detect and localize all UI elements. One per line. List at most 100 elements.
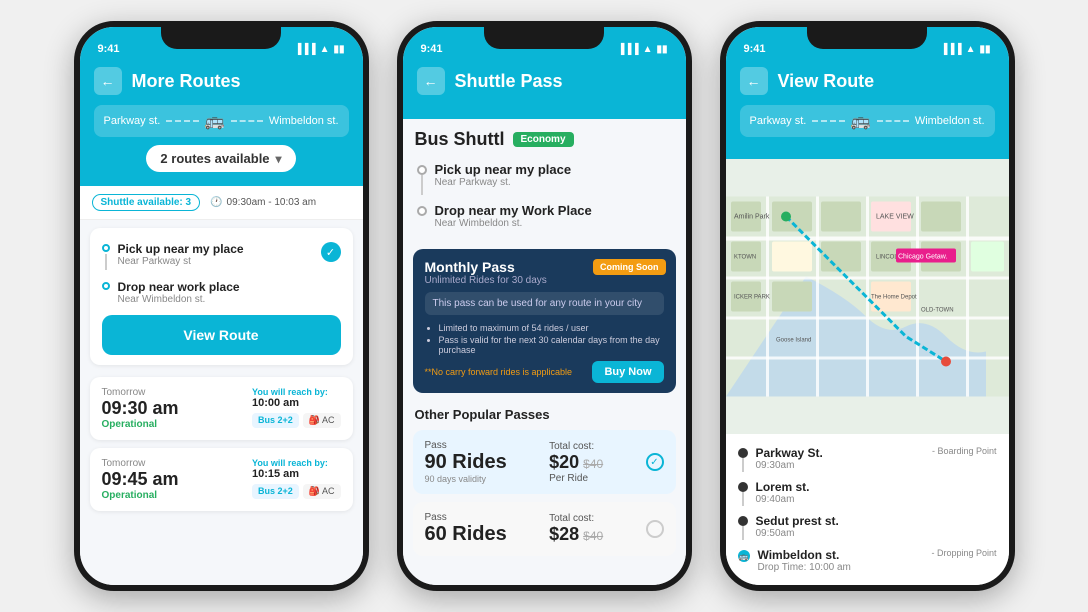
pass-1-rides: 90 Rides [425,451,507,474]
route-line-2 [231,120,263,122]
stop-3-time: 09:50am [756,528,997,539]
dropoff-dot-col [417,203,427,216]
stop-line-1 [105,254,107,270]
stop-dot-1 [102,244,110,252]
phone-3-notch [807,27,927,49]
trip-1-reach-time: 10:00 am [252,397,341,409]
trip-card-1: Tomorrow 09:30 am Operational You will r… [90,377,353,440]
shuttle-badge: Shuttle available: 3 [92,194,201,211]
trip-2-tag-1: Bus 2+2 [252,484,299,499]
back-button[interactable]: ← [94,67,122,95]
stop-4-time: Drop Time: 10:00 am [758,562,924,573]
pass-card-2[interactable]: Pass 60 Rides Total cost: $28 $40 [413,502,676,556]
stop-2-name: Drop near work place [118,280,341,294]
stop-item-1: Pick up near my place Near Parkway st ✓ [102,238,341,276]
stop-1-content: Parkway St. 09:30am [756,446,924,471]
bullet-1: Limited to maximum of 54 rides / user [439,323,664,333]
monthly-pass-card: Monthly Pass Unlimited Rides for 30 days… [413,249,676,393]
route-strip: Parkway st. 🚌 Wimbeldon st. [94,105,349,137]
trip-1-top: Tomorrow 09:30 am Operational You will r… [102,387,341,430]
svg-text:Goose Island: Goose Island [776,338,811,344]
trip-1-left: Tomorrow 09:30 am Operational [102,387,179,430]
phones-container: 9:41 ▐▐▐ ▲ ▮▮ ← More Routes Parkway st. … [0,0,1088,612]
trip-1-tag-2: 🎒 AC [303,413,341,428]
stop-line-3 [742,526,744,540]
trip-2-time: 09:45 am [102,469,179,490]
phone-2-header: ← Shuttle Pass [403,59,686,119]
phone-1: 9:41 ▐▐▐ ▲ ▮▮ ← More Routes Parkway st. … [74,21,369,591]
svg-text:Chicago Getaw.: Chicago Getaw. [898,254,947,261]
pass-1-check-icon: ✓ [646,453,664,471]
phone-3-back-button[interactable]: ← [740,67,768,95]
phone-2-title: Shuttle Pass [455,71,563,92]
stop-2-content: Lorem st. 09:40am [756,480,997,505]
phone-2-back-button[interactable]: ← [417,67,445,95]
clock-icon: 🕐 [210,197,222,208]
pass-1-per-ride: Per Ride [549,473,603,484]
stop-2-main-name: Lorem st. [756,480,997,494]
trip-card-2: Tomorrow 09:45 am Operational You will r… [90,448,353,511]
pass-2-cost-label: Total cost: [549,513,603,524]
map-area[interactable]: Amilin Park LAKE VIEW KTOWN LINCOLN PARK… [726,159,1009,434]
phone-2-header-row: ← Shuttle Pass [417,67,672,95]
routes-available-btn[interactable]: 2 routes available ▾ [146,145,295,172]
routes-count: 2 routes available [160,151,269,166]
pass-1-cost-label: Total cost: [549,441,603,452]
phone-1-time: 9:41 [98,43,120,55]
stop-dot-1-container [102,242,110,272]
shuttle-info-bar: Shuttle available: 3 🕐 09:30am - 10:03 a… [80,186,363,220]
stop-2-time: 09:40am [756,494,997,505]
bus-name: Bus Shuttl [415,129,505,150]
trip-1-reach-label: You will reach by: [252,387,341,397]
phone-3-route-from: Parkway st. [750,115,807,127]
trip-1-status: Operational [102,419,179,430]
bus-stop-icon: 🚌 [739,552,749,561]
stop-1-text: Pick up near my place Near Parkway st [118,242,313,267]
phone-2-body: Bus Shuttl Economy Pick up near my place… [403,119,686,585]
pass-2-cost: $28 [549,524,579,545]
svg-text:LAKE VIEW: LAKE VIEW [876,214,914,221]
carry-fwd-text: **No carry forward rides is applicable [425,367,573,377]
phone-2: 9:41 ▐▐▐ ▲ ▮▮ ← Shuttle Pass Bus Shuttl … [397,21,692,591]
phone-2-time: 9:41 [421,43,443,55]
pickup-text: Pick up near my place Near Parkway st. [435,162,572,188]
pass-2-radio-icon [646,520,664,538]
stop-indicator-1 [738,446,748,472]
phone-2-status-icons: ▐▐▐ ▲ ▮▮ [617,44,667,55]
stop-4-main-name: Wimbeldon st. [758,548,924,562]
trip-1-time: 09:30 am [102,398,179,419]
economy-badge: Economy [513,132,574,147]
phone-1-notch [161,27,281,49]
buy-now-button[interactable]: Buy Now [592,361,663,383]
pickup-section: Pick up near my place Near Parkway st. D… [403,154,686,243]
stop-4-content: Wimbeldon st. Drop Time: 10:00 am [758,548,924,573]
phone-3-body: Amilin Park LAKE VIEW KTOWN LINCOLN PARK… [726,159,1009,585]
monthly-bullets: Limited to maximum of 54 rides / user Pa… [425,323,664,355]
pass-card-1[interactable]: Pass 90 Rides 90 days validity Total cos… [413,430,676,494]
monthly-desc: This pass can be used for any route in y… [425,292,664,315]
time-range: 09:30am - 10:03 am [227,197,317,208]
route-card: Pick up near my place Near Parkway st ✓ … [90,228,353,365]
pass-1-info: Pass 90 Rides 90 days validity [425,440,507,484]
pickup-name: Pick up near my place [435,162,572,177]
phone-1-body: Shuttle available: 3 🕐 09:30am - 10:03 a… [80,186,363,585]
dropoff-sub: Near Wimbeldon st. [435,218,592,229]
trip-2-label: Tomorrow [102,458,179,469]
stop-1-tag: - Boarding Point [932,446,997,456]
trip-2-reach-time: 10:15 am [252,468,341,480]
pass-1-cost: $20 [549,452,579,473]
trip-2-right: You will reach by: 10:15 am Bus 2+2 🎒 AC [252,458,341,499]
pass-2-rides: 60 Rides [425,523,507,546]
phone-3-route-line [812,120,844,122]
stop-indicator-2 [738,480,748,506]
stop-4-tag: - Dropping Point [931,548,996,558]
other-passes-title: Other Popular Passes [403,399,686,426]
stop-row-4: 🚌 Wimbeldon st. Drop Time: 10:00 am - Dr… [738,544,997,577]
check-icon: ✓ [321,242,341,262]
stop-indicator-4: 🚌 [738,548,750,562]
coming-soon-badge: Coming Soon [593,259,666,275]
wifi-icon-2: ▲ [643,44,653,55]
time-info: 🕐 09:30am - 10:03 am [210,197,316,208]
trip-2-tag-2: 🎒 AC [303,484,341,499]
view-route-button[interactable]: View Route [102,315,341,355]
